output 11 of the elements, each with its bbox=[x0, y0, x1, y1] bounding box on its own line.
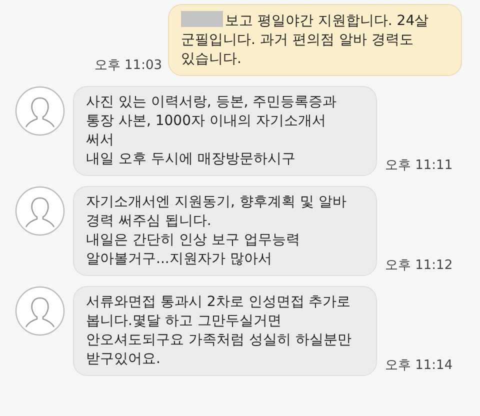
message-bubble: 자기소개서엔 지원동기, 향후계획 및 알바 경력 써주심 됩니다. 내일은 간단히 인상 보구 업무능력 알아볼거구...지원자가 많아서 bbox=[73, 186, 377, 276]
message-time: 오후 11:14 bbox=[385, 357, 453, 374]
avatar-icon bbox=[15, 286, 65, 336]
message-time: 오후 11:11 bbox=[385, 157, 453, 174]
message-bubble: 사진 있는 이력서랑, 등본, 주민등록증과 통장 사본, 1000자 이내의 자기소개서 써서 내일 오후 두시에 매장방문하시구 bbox=[73, 86, 377, 176]
message-bubble: 보고 평일야간 지원합니다. 24살 군필입니다. 과거 편의점 알바 경력도 있습니다. bbox=[168, 4, 462, 76]
message-time: 오후 11:03 bbox=[94, 57, 162, 74]
message-bubble: 서류와면접 통과시 2차로 인성면접 추가로 봅니다.몇달 하고 그만두실거면 안오셔도되구요 가족처럼 성실히 하실분만 받구있어요. bbox=[73, 286, 377, 376]
avatar-icon bbox=[15, 186, 65, 236]
message-time: 오후 11:12 bbox=[385, 257, 453, 274]
avatar-icon bbox=[15, 86, 65, 136]
